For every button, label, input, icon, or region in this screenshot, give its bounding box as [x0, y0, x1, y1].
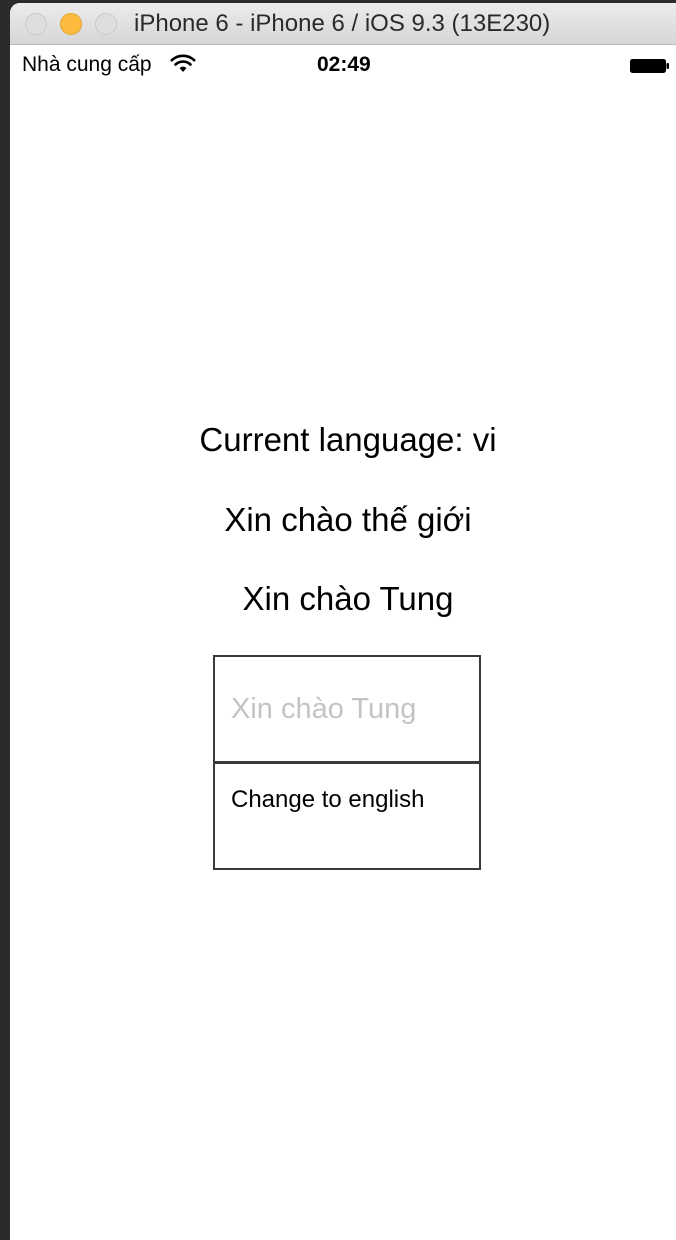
battery-icon: [630, 59, 669, 73]
name-text-field[interactable]: [213, 655, 481, 763]
zoom-window-button[interactable]: [95, 13, 117, 35]
hello-world-label: Xin chào thế giới: [224, 501, 472, 538]
current-language-label: Current language: vi: [199, 421, 497, 458]
change-button-label: Change to english: [231, 786, 425, 813]
close-window-button[interactable]: [25, 13, 47, 35]
status-time: 02:49: [317, 53, 371, 76]
change-to-english-button[interactable]: Change to english: [213, 762, 481, 870]
name-input[interactable]: [231, 687, 467, 731]
hello-user-label: Xin chào Tung: [242, 580, 454, 617]
wifi-icon: [170, 54, 196, 72]
ios-status-bar: Nhà cung cấp 02:49: [10, 45, 676, 83]
window-title: iPhone 6 - iPhone 6 / iOS 9.3 (13E230): [134, 10, 551, 37]
simulator-window: iPhone 6 - iPhone 6 / iOS 9.3 (13E230) N…: [10, 3, 676, 1240]
minimize-window-button[interactable]: [60, 13, 82, 35]
carrier-label: Nhà cung cấp: [22, 53, 152, 76]
window-titlebar: iPhone 6 - iPhone 6 / iOS 9.3 (13E230): [10, 3, 676, 45]
